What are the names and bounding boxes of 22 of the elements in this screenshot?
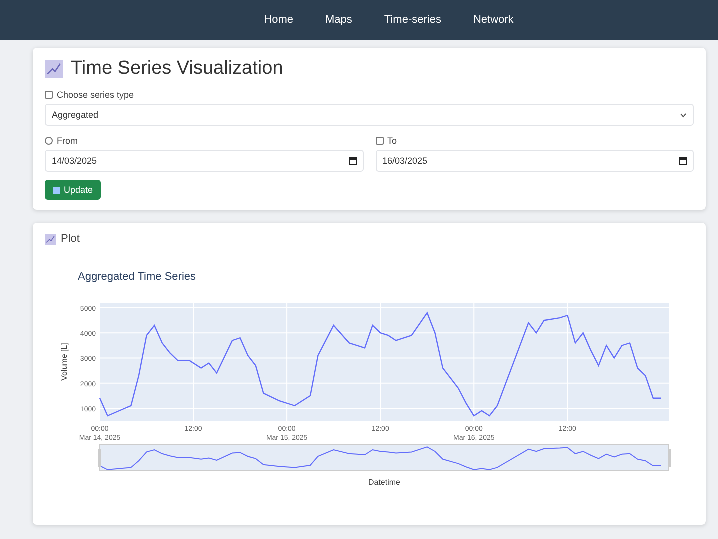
chevron-down-icon xyxy=(680,112,687,118)
clock-icon xyxy=(45,137,53,145)
nav-link[interactable]: Maps xyxy=(326,14,352,26)
field-label: From xyxy=(57,136,78,146)
y-axis-title: Volume [L] xyxy=(60,343,69,381)
refresh-icon xyxy=(53,186,60,194)
nav-link[interactable]: Home xyxy=(264,14,294,26)
nav-link[interactable]: Network xyxy=(473,14,514,26)
date-field[interactable]: 14/03/2025 xyxy=(45,150,364,172)
field-label: To xyxy=(388,136,398,146)
series-select[interactable]: Aggregated xyxy=(45,104,694,126)
page-title: Time Series Visualization xyxy=(71,58,284,80)
field-label: Choose series type xyxy=(57,90,134,100)
section-heading: Plot xyxy=(61,233,80,245)
chart-icon xyxy=(45,234,56,244)
range-slider[interactable] xyxy=(98,444,671,472)
chart-title: Aggregated Time Series xyxy=(78,271,196,283)
chart-icon xyxy=(45,60,63,78)
x-axis-title: Datetime xyxy=(368,478,400,487)
nav-link[interactable]: Time-series xyxy=(384,14,442,26)
update-button[interactable]: Update xyxy=(45,180,102,200)
date-field[interactable]: 16/03/2025 xyxy=(376,150,694,172)
